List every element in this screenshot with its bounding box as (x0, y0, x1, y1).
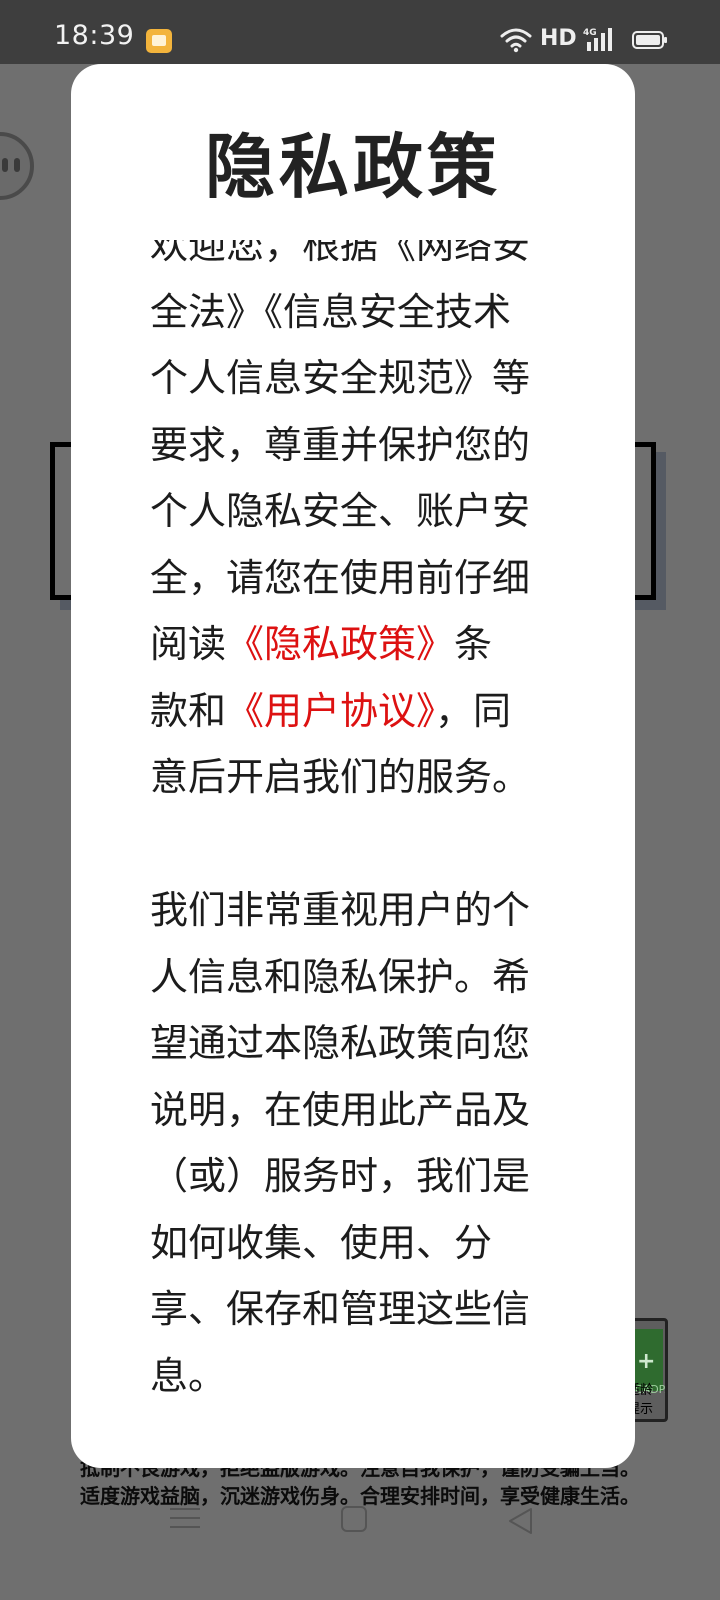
cellular-signal-icon: 4G (583, 28, 612, 51)
status-time: 18:39 (54, 20, 135, 51)
nav-menu-icon[interactable] (170, 1506, 200, 1530)
dialog-scroll-content[interactable]: 欢迎您，根据《网络安全法》《信息安全技术个人信息安全规范》等要求，尊重并保护您的… (150, 240, 530, 1468)
dialog-title: 隐私政策 (205, 126, 501, 208)
intro-text: 欢迎您，根据《网络安全法》《信息安全技术个人信息安全规范》等要求，尊重并保护您的… (150, 240, 530, 666)
nav-home-icon[interactable] (341, 1506, 367, 1532)
privacy-intro-paragraph: 欢迎您，根据《网络安全法》《信息安全技术个人信息安全规范》等要求，尊重并保护您的… (150, 240, 530, 811)
wifi-icon (500, 28, 532, 53)
nav-back-icon[interactable] (506, 1506, 536, 1536)
signal-4g-label: 4G (583, 28, 597, 38)
background-avatar-icon (0, 132, 34, 200)
health-notice-line-2: 适度游戏益脑，沉迷游戏伤身。合理安排时间，享受健康生活。 (80, 1484, 640, 1508)
privacy-policy-link[interactable]: 《隐私政策》 (226, 622, 454, 666)
privacy-importance-paragraph: 我们非常重视用户的个人信息和隐私保护。希望通过本隐私政策向您说明，在使用此产品及… (150, 888, 530, 1398)
age-badge-symbol: + (637, 1349, 656, 1374)
notification-book-icon (146, 29, 172, 53)
user-agreement-link[interactable]: 《用户协议》 (226, 689, 435, 733)
status-bar: 18:39 HD 4G (0, 0, 720, 64)
privacy-policy-dialog: 隐私政策 欢迎您，根据《网络安全法》《信息安全技术个人信息安全规范》等要求，尊重… (71, 64, 635, 1468)
hd-indicator: HD (540, 26, 577, 51)
battery-icon (632, 31, 667, 49)
